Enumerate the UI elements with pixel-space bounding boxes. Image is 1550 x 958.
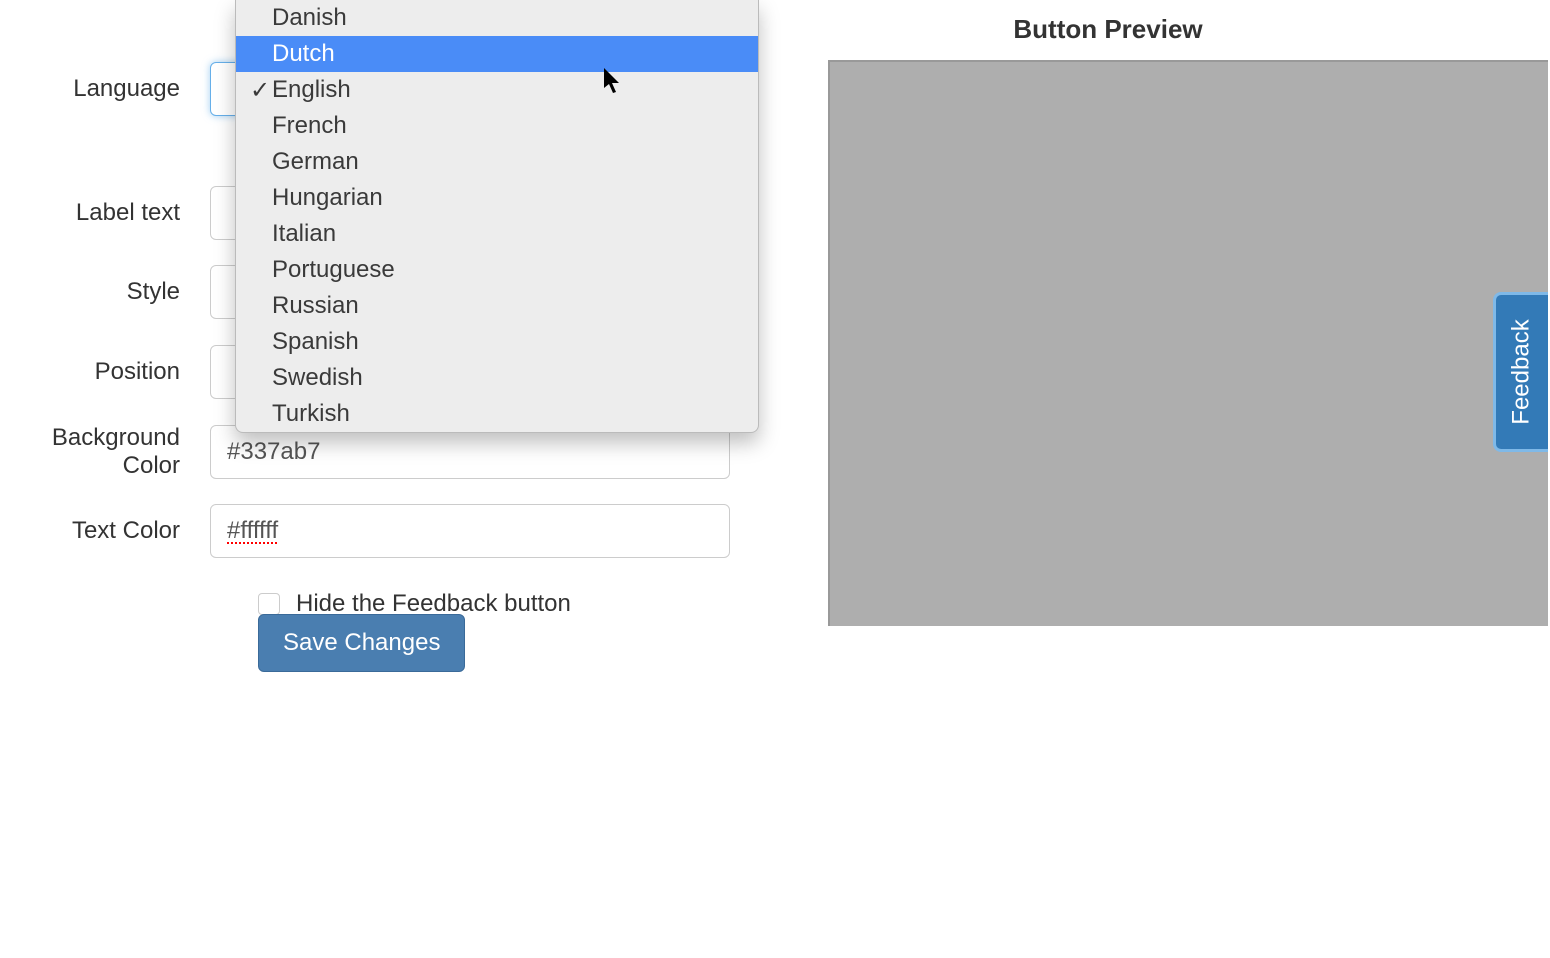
dropdown-item-label: German — [272, 148, 359, 176]
checkmark-icon: ✓ — [248, 76, 272, 105]
textcolor-label: Text Color — [0, 517, 210, 545]
dropdown-item-swedish[interactable]: Swedish — [236, 360, 758, 396]
dropdown-item-russian[interactable]: Russian — [236, 288, 758, 324]
dropdown-item-danish[interactable]: Danish — [236, 0, 758, 36]
dropdown-item-label: Portuguese — [272, 256, 395, 284]
dropdown-item-label: Danish — [272, 4, 347, 32]
dropdown-item-dutch[interactable]: Dutch — [236, 36, 758, 72]
dropdown-item-label: Swedish — [272, 364, 363, 392]
hide-feedback-checkbox[interactable] — [258, 593, 280, 615]
dropdown-item-french[interactable]: French — [236, 108, 758, 144]
dropdown-item-label: English — [272, 76, 351, 104]
language-dropdown-menu[interactable]: DanishDutch✓EnglishFrenchGermanHungarian… — [235, 0, 759, 433]
feedback-tab-label: Feedback — [1508, 319, 1536, 424]
position-label: Position — [0, 358, 210, 386]
dropdown-item-label: Dutch — [272, 40, 335, 68]
dropdown-item-label: Turkish — [272, 400, 350, 428]
labeltext-label: Label text — [0, 199, 210, 227]
language-label: Language — [0, 75, 210, 103]
dropdown-item-label: Hungarian — [272, 184, 383, 212]
preview-pane: Feedback — [828, 60, 1548, 626]
textcolor-input[interactable]: #ffffff — [210, 504, 730, 558]
dropdown-item-label: Russian — [272, 292, 359, 320]
feedback-tab[interactable]: Feedback — [1493, 292, 1548, 452]
dropdown-item-portuguese[interactable]: Portuguese — [236, 252, 758, 288]
dropdown-item-label: Italian — [272, 220, 336, 248]
preview-title: Button Preview — [828, 14, 1388, 45]
dropdown-item-hungarian[interactable]: Hungarian — [236, 180, 758, 216]
dropdown-item-italian[interactable]: Italian — [236, 216, 758, 252]
dropdown-item-german[interactable]: German — [236, 144, 758, 180]
bgcolor-input[interactable] — [210, 425, 730, 479]
dropdown-item-turkish[interactable]: Turkish — [236, 396, 758, 432]
style-label: Style — [0, 278, 210, 306]
dropdown-item-spanish[interactable]: Spanish — [236, 324, 758, 360]
dropdown-item-label: Spanish — [272, 328, 359, 356]
dropdown-item-label: French — [272, 112, 347, 140]
dropdown-item-english[interactable]: ✓English — [236, 72, 758, 108]
bgcolor-label: Background Color — [0, 424, 210, 480]
save-button[interactable]: Save Changes — [258, 614, 465, 672]
